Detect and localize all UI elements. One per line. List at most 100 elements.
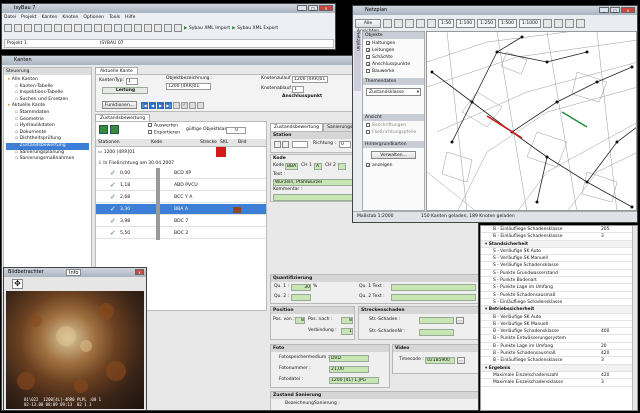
tree-item[interactable]: ▫ Stammdaten [6, 110, 89, 117]
zoom-0-button[interactable]: 1:50 [438, 18, 455, 28]
property-row[interactable]: B - Einläufliege Schadensklasse 205 [481, 226, 637, 234]
xml-export-button[interactable]: ▶ Sybau XML Export [232, 26, 278, 31]
property-group-header[interactable]: ▾ Standsicherheit [481, 240, 637, 248]
ch1-field[interactable]: A [314, 163, 322, 170]
station-row[interactable]: ✓ 0,00 BCD XP [96, 168, 266, 179]
property-row[interactable]: Maximale Einzelschadensklasse 3 [481, 379, 637, 387]
tree-item[interactable]: ▸ Alle Kanten [6, 77, 89, 84]
objbez-field[interactable]: 1200 [4RR]01 [166, 83, 211, 90]
edit-icon-2[interactable] [282, 141, 289, 148]
objekte-checkbox[interactable]: ✓ [366, 61, 370, 66]
netzplan-minimize-button[interactable]: _ [599, 7, 609, 13]
tree-item[interactable]: ▸ Aktuelle Kante [6, 103, 89, 110]
tree-item[interactable]: ▫ Dichtheitsprüfung [6, 136, 89, 143]
tree-item[interactable]: ▫ Sanierungsmaßnahmen [6, 156, 89, 163]
property-group-header[interactable]: ▾ Ergebnis [481, 364, 637, 372]
objekte-checkbox[interactable]: ✓ [366, 47, 370, 52]
auswerten-checkbox[interactable] [148, 123, 152, 127]
station-row[interactable]: ✓ 5,50 BDC 2 [96, 228, 266, 239]
exportieren-option[interactable]: Exportieren [148, 130, 180, 137]
zoom-4-button[interactable]: 1:1000 [519, 18, 541, 28]
property-group-header[interactable]: ▾ Betriebssicherheit [481, 306, 637, 314]
ansicht-checkbox[interactable] [366, 122, 370, 127]
zoom-3-button[interactable]: 1:500 [498, 18, 518, 28]
confirm-icon[interactable]: ✓ [181, 102, 188, 109]
netzplan-vertical-tab[interactable]: Netzplan [354, 31, 361, 91]
ansicht-option[interactable]: Beschriftungen [366, 122, 421, 129]
tree-item[interactable]: ▫ Hydraulikdaten [6, 123, 89, 130]
knotenzulauf-field[interactable]: 1200 [4RR]01 [292, 76, 328, 83]
zoom-out-icon[interactable] [394, 18, 403, 28]
toolbar-button-1[interactable] [4, 24, 12, 32]
last-record-icon[interactable]: ▶| [165, 102, 172, 109]
property-row[interactable]: B - Verläufige SK Manuell [481, 321, 637, 329]
grid-icon-2[interactable] [110, 125, 119, 134]
toolbar-button-7[interactable] [64, 24, 72, 32]
kode-field[interactable]: BBA [285, 163, 298, 170]
select-icon[interactable] [416, 18, 425, 28]
toolbar-button-11[interactable] [104, 24, 112, 32]
toolbar-button-8[interactable] [74, 24, 82, 32]
property-row[interactable]: B - Einläufliege Schadensklasse 3 [481, 233, 637, 241]
toolbar-button-12[interactable] [114, 24, 122, 32]
strschaden-browse-button[interactable]: ... [456, 317, 464, 324]
info-button[interactable]: Info [66, 269, 82, 276]
ch2-field[interactable] [338, 163, 346, 170]
edit-icon[interactable] [274, 141, 281, 148]
station-head-row[interactable]: ▭ 1200 [4RR]01 [98, 149, 135, 156]
objekte-checkbox[interactable] [366, 68, 370, 73]
map-tool-icon-3[interactable] [564, 18, 574, 28]
zoom-2-button[interactable]: 1:250 [477, 18, 497, 28]
toolbar-button-6[interactable] [54, 24, 62, 32]
fotodatei-field[interactable]: 1200 [4L] 1.JPG [329, 377, 379, 384]
verwalten-button[interactable]: Verwalten... [371, 151, 416, 159]
menu-item-4[interactable]: Optionen [83, 14, 104, 21]
tree-item[interactable]: ▫ Zustandsbewertung [6, 142, 89, 150]
objekte-option[interactable]: ✓ Anschlusspunkte [366, 61, 421, 68]
xml-import-button[interactable]: ▶ Sybau XML Import [184, 26, 230, 31]
toolbar-button-4[interactable] [34, 24, 42, 32]
property-row[interactable]: S - Punkte Lage im Umfang [481, 284, 637, 292]
timecode-field[interactable]: 02185900 [425, 357, 455, 364]
minimize-button[interactable]: _ [297, 5, 307, 11]
menu-item-2[interactable]: Kanten [42, 14, 58, 21]
next-record-icon[interactable]: ▶ [157, 102, 164, 109]
verbindung-field[interactable]: 1 [341, 328, 353, 335]
property-row[interactable]: B - Punkte Lage im Umfang 20 [481, 343, 637, 351]
objekte-option[interactable]: ✓ Haltungen [366, 40, 421, 47]
new-record-icon[interactable] [173, 102, 180, 109]
toolbar-button-13[interactable] [124, 24, 132, 32]
objekte-option[interactable]: ✓ Leitungen [366, 47, 421, 54]
grid-icon-1[interactable] [99, 125, 108, 134]
station-row[interactable]: ✓ 1,18 ABD PVCU [96, 180, 266, 191]
property-row[interactable]: S - Punkte Grundwasserstand [481, 270, 637, 278]
netzplan-close-button[interactable]: x [621, 7, 635, 13]
cancel-icon[interactable] [189, 102, 196, 109]
bild-close-button[interactable]: x [135, 269, 144, 275]
menu-item-1[interactable]: Projekt [21, 14, 37, 21]
property-row[interactable]: B - Verläufige Schadensklasse 400 [481, 328, 637, 336]
objekte-checkbox[interactable]: ✓ [366, 54, 370, 59]
toolbar-button-5[interactable] [44, 24, 52, 32]
property-row[interactable]: S - Verläufige SK Auto [481, 248, 637, 256]
menu-item-6[interactable]: Hilfe [125, 14, 135, 21]
toolbar-button-15[interactable] [144, 24, 152, 32]
prev-record-icon[interactable]: ◀ [149, 102, 156, 109]
property-row[interactable]: B - Punkte Schadensausmaß 420 [481, 350, 637, 358]
measure-icon[interactable] [427, 18, 436, 28]
property-row[interactable]: S - Verläufige Schadensklasse [481, 262, 637, 270]
maximize-button[interactable]: □ [308, 5, 318, 11]
qu1-field[interactable]: 30 [291, 284, 311, 291]
close-button[interactable]: x [319, 5, 333, 11]
pan-icon[interactable] [405, 18, 414, 28]
property-row[interactable]: B - Verläufige SK Auto [481, 314, 637, 321]
tab-zustandsbewertung[interactable]: Zustandsbewertung [270, 123, 324, 131]
station-row[interactable]: ✓ 3,30 BBA A [96, 204, 266, 215]
netzplan-maximize-button[interactable]: □ [610, 7, 620, 13]
map-tool-icon-4[interactable] [575, 18, 585, 28]
property-row[interactable]: S - Verläufige SK Manuell [481, 255, 637, 263]
anzeigen-checkbox[interactable]: ✓ [366, 162, 370, 167]
map-tool-icon-2[interactable] [553, 18, 563, 28]
strschadennr-field[interactable] [419, 329, 454, 336]
move-icon[interactable]: ✥ [12, 279, 23, 289]
